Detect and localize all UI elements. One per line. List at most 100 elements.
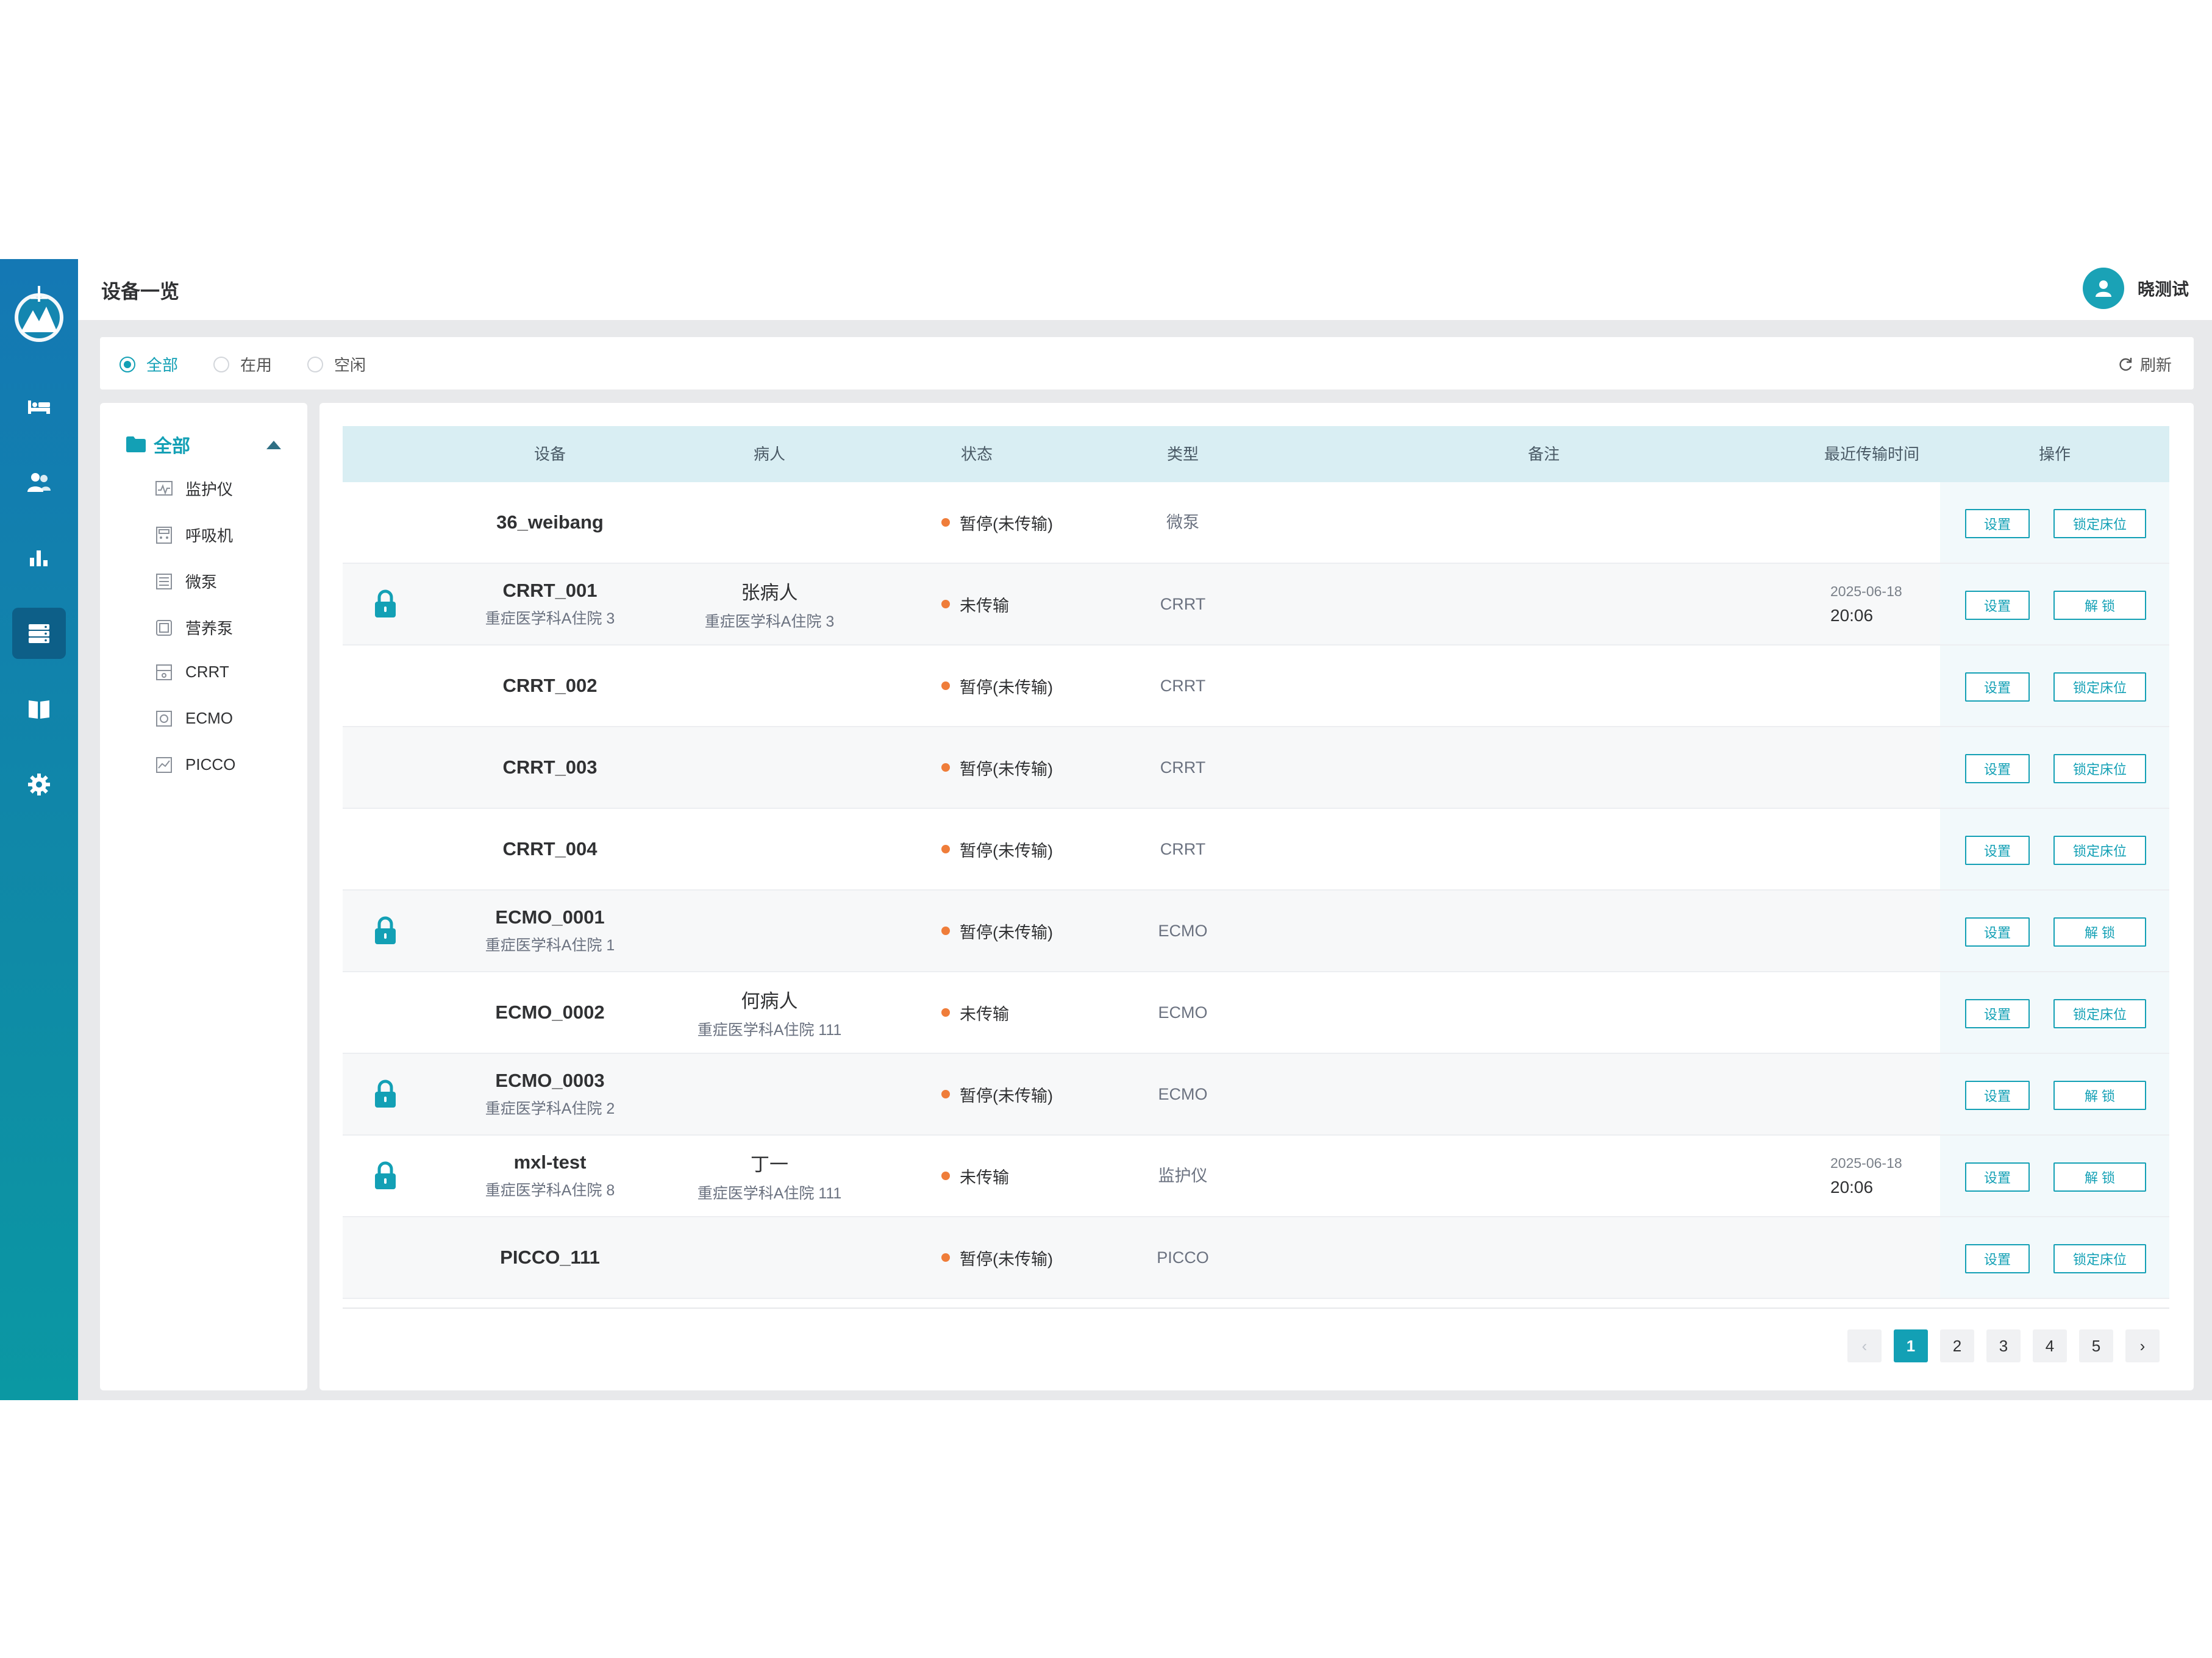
settings-button[interactable]: 设置	[1965, 1162, 2030, 1192]
page-button-2[interactable]: 2	[1940, 1329, 1974, 1362]
settings-button[interactable]: 设置	[1965, 591, 2030, 620]
nav-settings[interactable]	[12, 759, 66, 810]
settings-button[interactable]: 设置	[1965, 999, 2030, 1028]
table-row[interactable]: CRRT_003 暂停(未传输) CRRT 设置 锁定床位	[343, 727, 2169, 809]
avatar[interactable]	[2082, 268, 2124, 309]
device-type-tree: 全部 监护仪 呼吸机 微泵 营养泵 CRRT ECMO PICCO	[100, 403, 307, 1390]
lock-bed-button[interactable]: 锁定床位	[2053, 836, 2146, 865]
device-name: 36_weibang	[496, 511, 604, 533]
device-name: ECMO_0002	[495, 1002, 605, 1023]
user-menu[interactable]: 晓测试	[2082, 268, 2189, 309]
filter-radio-all[interactable]: 全部	[120, 353, 178, 375]
device-name: PICCO_111	[500, 1247, 600, 1268]
patient-cell: 何病人 重症医学科A住院 111	[697, 972, 842, 1053]
device-cell: ECMO_0001 重症医学科A住院 1	[485, 891, 615, 971]
radio-dot	[307, 356, 323, 372]
last-transmit-cell: 2025-06-18 20:06	[1830, 1136, 1902, 1216]
page-button-4[interactable]: 4	[2033, 1329, 2067, 1362]
device-name: ECMO_0001	[495, 906, 605, 928]
lock-icon	[375, 1080, 396, 1108]
nav-statistics[interactable]	[12, 532, 66, 583]
nav-devices[interactable]	[12, 608, 66, 659]
last-transmit-time: 20:06	[1830, 1177, 1874, 1197]
lock-bed-button[interactable]: 锁定床位	[2053, 509, 2146, 538]
device-type: 监护仪	[1158, 1167, 1208, 1185]
nav-manual[interactable]	[12, 683, 66, 735]
table-row[interactable]: CRRT_002 暂停(未传输) CRRT 设置 锁定床位	[343, 646, 2169, 727]
side-nav	[0, 259, 78, 1400]
device-name: ECMO_0003	[495, 1070, 605, 1091]
prev-page-button[interactable]: ‹	[1847, 1329, 1882, 1362]
caret-up-icon[interactable]	[265, 438, 283, 450]
status-cell: 暂停(未传输)	[941, 482, 1053, 563]
crrt-icon	[156, 664, 172, 680]
status-filter-bar: 全部 在用 空闲 刷新	[100, 337, 2194, 390]
unlock-button[interactable]: 解 锁	[2053, 1162, 2146, 1192]
status-cell: 暂停(未传输)	[941, 727, 1053, 808]
column-header-status: 状态	[960, 445, 993, 463]
filter-radio-idle[interactable]: 空闲	[307, 353, 366, 375]
table-row[interactable]: 36_weibang 暂停(未传输) 微泵 设置 锁定床位	[343, 482, 2169, 564]
status-text: 暂停(未传输)	[960, 760, 1053, 778]
device-name: mxl-test	[513, 1151, 587, 1173]
unlock-button[interactable]: 解 锁	[2053, 1081, 2146, 1110]
table-row[interactable]: PICCO_111 暂停(未传输) PICCO 设置 锁定床位	[343, 1217, 2169, 1299]
device-type: PICCO	[1157, 1248, 1209, 1267]
settings-button[interactable]: 设置	[1965, 754, 2030, 783]
tree-item-ventilator[interactable]: 呼吸机	[155, 524, 233, 546]
lock-bed-button[interactable]: 锁定床位	[2053, 672, 2146, 702]
table-row[interactable]: ECMO_0002 何病人 重症医学科A住院 111 未传输 ECMO 设置 锁定床位	[343, 972, 2169, 1054]
tree-item-picco[interactable]: PICCO	[155, 755, 235, 774]
device-type: 微泵	[1166, 513, 1199, 532]
settings-button[interactable]: 设置	[1965, 1244, 2030, 1273]
device-cell: ECMO_0003 重症医学科A住院 2	[485, 1054, 615, 1134]
page-button-1[interactable]: 1	[1894, 1329, 1928, 1362]
tree-item-monitor[interactable]: 监护仪	[155, 477, 233, 500]
table-row[interactable]: ECMO_0001 重症医学科A住院 1 暂停(未传输) ECMO 设置解 锁	[343, 891, 2169, 972]
device-cell: CRRT_001 重症医学科A住院 3	[485, 564, 615, 644]
folder-icon	[126, 436, 146, 452]
device-cell: 36_weibang	[496, 482, 604, 563]
device-location: 重症医学科A住院 8	[485, 1182, 615, 1199]
status-text: 未传输	[960, 1168, 1009, 1187]
tree-item-micropump[interactable]: 微泵	[155, 570, 217, 592]
page-button-3[interactable]: 3	[1986, 1329, 2021, 1362]
status-dot	[941, 1008, 950, 1017]
patient-cell: 丁一 重症医学科A住院 111	[697, 1136, 842, 1216]
patient-name: 丁一	[751, 1153, 788, 1175]
page-button-5[interactable]: 5	[2079, 1329, 2113, 1362]
nav-beds[interactable]	[12, 381, 66, 432]
filter-radio-in-use[interactable]: 在用	[213, 353, 272, 375]
filter-label-idle: 空闲	[334, 356, 366, 374]
lock-bed-button[interactable]: 锁定床位	[2053, 1244, 2146, 1273]
status-text: 暂停(未传输)	[960, 841, 1053, 860]
settings-button[interactable]: 设置	[1965, 1081, 2030, 1110]
table-row[interactable]: CRRT_004 暂停(未传输) CRRT 设置 锁定床位	[343, 809, 2169, 891]
settings-button[interactable]: 设置	[1965, 917, 2030, 947]
refresh-button[interactable]: 刷新	[2117, 353, 2172, 375]
settings-button[interactable]: 设置	[1965, 672, 2030, 702]
status-dot	[941, 518, 950, 527]
last-transmit-time: 20:06	[1830, 605, 1874, 625]
unlock-button[interactable]: 解 锁	[2053, 591, 2146, 620]
table-row[interactable]: CRRT_001 重症医学科A住院 3 张病人 重症医学科A住院 3 未传输 CRRT 20…	[343, 564, 2169, 646]
next-page-button[interactable]: ›	[2125, 1329, 2160, 1362]
table-row[interactable]: ECMO_0003 重症医学科A住院 2 暂停(未传输) ECMO 设置解 锁	[343, 1054, 2169, 1136]
nav-patients[interactable]	[12, 457, 66, 508]
table-row[interactable]: mxl-test 重症医学科A住院 8 丁一 重症医学科A住院 111 未传输 监护仪 20…	[343, 1136, 2169, 1217]
devices-icon	[29, 624, 49, 643]
settings-button[interactable]: 设置	[1965, 836, 2030, 865]
lock-bed-button[interactable]: 锁定床位	[2053, 999, 2146, 1028]
device-table: 设备 病人 状态 类型 备注 最近传输时间 操作 36_weibang 暂停(未传…	[343, 426, 2169, 1309]
tree-item-crrt[interactable]: CRRT	[155, 663, 229, 681]
status-dot	[941, 845, 950, 853]
unlock-button[interactable]: 解 锁	[2053, 917, 2146, 947]
status-cell: 暂停(未传输)	[941, 646, 1053, 726]
tree-item-ecmo[interactable]: ECMO	[155, 709, 233, 728]
lock-bed-button[interactable]: 锁定床位	[2053, 754, 2146, 783]
tree-item-feeding-pump[interactable]: 营养泵	[155, 616, 233, 639]
tree-root-all[interactable]: 全部	[126, 431, 190, 458]
settings-button[interactable]: 设置	[1965, 509, 2030, 538]
status-dot	[941, 1253, 950, 1262]
bed-icon	[28, 400, 50, 414]
